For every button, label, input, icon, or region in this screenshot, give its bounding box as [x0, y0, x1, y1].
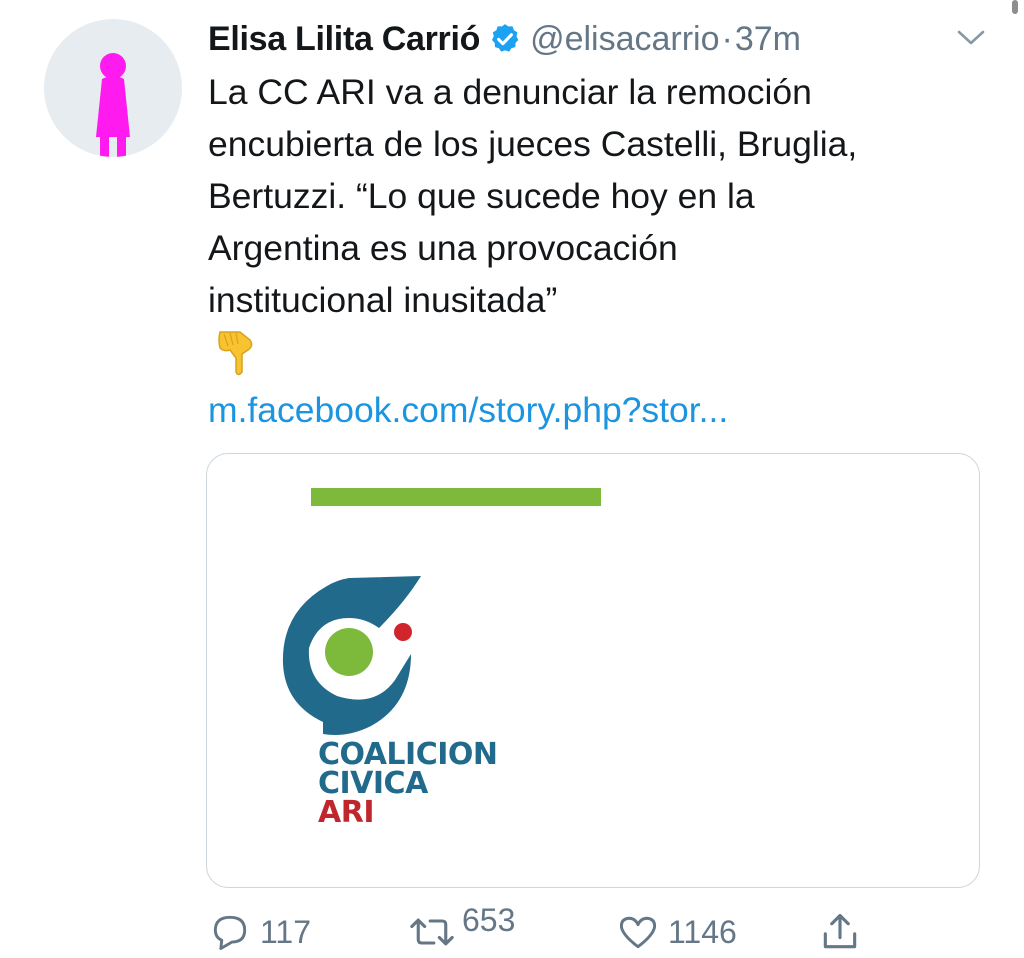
card-green-bar: [311, 488, 601, 506]
tweet-text-line: encubierta de los jueces Castelli, Brugl…: [208, 124, 858, 164]
scrollbar[interactable]: [1012, 0, 1018, 14]
logo-line-coalicion: COALICION: [318, 737, 498, 772]
tweet-text-line: Bertuzzi. “Lo que sucede hoy en la: [208, 176, 755, 216]
reply-button[interactable]: 117: [208, 906, 311, 958]
tweet-link[interactable]: m.facebook.com/story.php?stor...: [208, 384, 728, 436]
like-button[interactable]: 1146: [616, 906, 737, 958]
tweet-text: La CC ARI va a denunciar la remoción enc…: [208, 66, 1008, 326]
author-handle[interactable]: @elisacarrio: [530, 20, 719, 59]
tweet-text-line: institucional inusitada”: [208, 280, 558, 320]
reply-bubble-icon: [213, 915, 247, 950]
logo-line-civica: CIVICA: [318, 766, 428, 801]
heart-icon: [619, 916, 657, 949]
retweet-count: 653: [462, 901, 516, 938]
retweet-button[interactable]: 653: [408, 902, 515, 958]
like-count: 1146: [668, 913, 737, 950]
verified-badge-icon: [488, 22, 522, 56]
link-preview-card[interactable]: COALICION CIVICA ARI: [206, 453, 980, 888]
retweet-arrows-icon: [410, 918, 454, 946]
tweet-actions: 117 653 1146: [208, 902, 988, 958]
avatar-person-silhouette: [96, 53, 130, 157]
tweet-text-line: Argentina es una provocación: [208, 228, 678, 268]
tweet-timestamp[interactable]: 37m: [735, 20, 801, 59]
coalicion-civica-logo: [279, 572, 429, 747]
chevron-down-icon[interactable]: [955, 26, 987, 50]
author-display-name[interactable]: Elisa Lilita Carrió: [208, 20, 480, 59]
tweet-text-line: La CC ARI va a denunciar la remoción: [208, 72, 812, 112]
logo-text: COALICION CIVICA ARI: [318, 737, 498, 830]
pointing-down-hand-icon: [214, 328, 258, 383]
avatar[interactable]: [44, 19, 182, 157]
tweet-header: Elisa Lilita Carrió @elisacarrio · 37m: [208, 14, 801, 64]
share-upload-icon: [823, 913, 857, 949]
share-button[interactable]: [818, 906, 862, 958]
logo-line-ari: ARI: [318, 795, 374, 830]
reply-count: 117: [260, 913, 312, 950]
header-separator: ·: [721, 19, 733, 58]
